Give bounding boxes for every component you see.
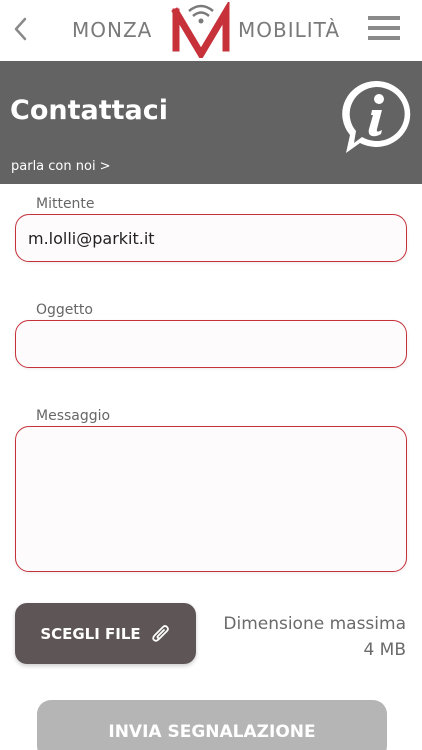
sender-email-field[interactable]	[15, 214, 407, 262]
info-icon	[342, 80, 411, 153]
monza-mobilita-logo: MONZA MOBILITÀ	[70, 2, 352, 58]
top-bar: MONZA MOBILITÀ	[0, 0, 422, 60]
submit-label: INVIA SEGNALAZIONE	[108, 722, 316, 742]
subject-label: Oggetto	[36, 302, 93, 318]
max-size-value: 4 MB	[363, 640, 406, 660]
submit-report-button[interactable]: INVIA SEGNALAZIONE	[37, 700, 387, 750]
logo-text-right: MOBILITÀ	[238, 18, 341, 42]
message-field[interactable]	[15, 426, 407, 572]
message-label: Messaggio	[36, 408, 111, 424]
menu-line	[368, 26, 400, 30]
menu-line	[368, 36, 400, 40]
page-title: Contattaci	[10, 95, 169, 126]
sender-label: Mittente	[36, 196, 95, 212]
max-size-label: Dimensione massima	[223, 614, 406, 634]
paperclip-icon	[151, 624, 169, 642]
max-size-info: Dimensione massima 4 MB	[223, 611, 406, 663]
page-header: Contattaci parla con noi >	[0, 61, 422, 184]
page-subtitle-link[interactable]: parla con noi >	[11, 159, 111, 174]
logo-text-left: MONZA	[72, 18, 153, 42]
choose-file-button[interactable]: SCEGLI FILE	[15, 603, 196, 664]
logo-m-mark	[171, 2, 230, 58]
menu-line	[368, 16, 400, 20]
chevron-left-icon	[14, 17, 27, 41]
hamburger-menu-button[interactable]	[368, 16, 402, 40]
subject-field[interactable]	[15, 320, 407, 368]
choose-file-label: SCEGLI FILE	[40, 624, 141, 643]
back-button[interactable]	[8, 14, 36, 44]
